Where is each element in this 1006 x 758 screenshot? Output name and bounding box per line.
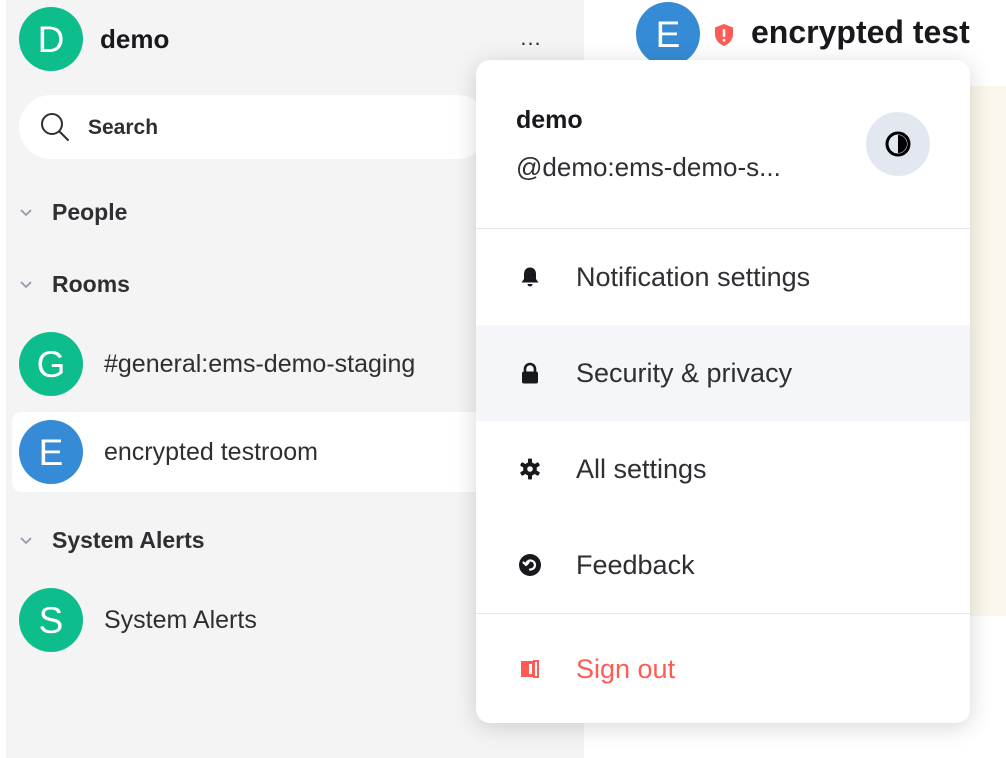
user-avatar-letter: D	[37, 18, 65, 60]
chevron-down-icon	[20, 281, 32, 289]
section-label-system-alerts: System Alerts	[52, 526, 205, 553]
bell-icon	[521, 267, 539, 287]
shield-icon	[715, 24, 733, 46]
room-header-title[interactable]: encrypted test	[751, 14, 970, 51]
gear-icon	[520, 458, 540, 480]
user-options-button[interactable]: ...	[515, 22, 547, 54]
section-label-rooms: Rooms	[52, 270, 130, 297]
room-name: #general:ems-demo-staging	[104, 350, 416, 378]
chevron-down-icon	[20, 537, 32, 545]
room-avatar-letter: G	[36, 343, 66, 385]
room-avatar: S	[19, 588, 83, 652]
section-label-people: People	[52, 198, 128, 225]
sign-out-icon	[521, 660, 539, 678]
menu-user-name: demo	[516, 106, 583, 134]
menu-item-label: Sign out	[576, 654, 676, 684]
menu-item-label: All settings	[576, 454, 707, 484]
search-icon	[41, 113, 69, 141]
room-avatar: G	[19, 332, 83, 396]
chevron-down-icon	[20, 209, 32, 217]
menu-item-security-privacy[interactable]: Security & privacy	[476, 325, 970, 421]
room-item-system-alerts[interactable]: S System Alerts	[12, 580, 482, 660]
room-avatar: E	[19, 420, 83, 484]
user-menu: demo @demo:ems-demo-s... Notification se…	[476, 60, 970, 723]
menu-item-all-settings[interactable]: All settings	[476, 421, 970, 517]
room-avatar-letter: E	[38, 431, 64, 473]
search-input[interactable]: Search	[19, 95, 489, 159]
room-header-avatar-letter: E	[655, 13, 681, 55]
theme-toggle-button[interactable]	[866, 112, 930, 176]
room-name: encrypted testroom	[104, 438, 318, 466]
menu-item-notification-settings[interactable]: Notification settings	[476, 229, 970, 325]
menu-item-label: Security & privacy	[576, 358, 793, 388]
room-item-general[interactable]: G #general:ems-demo-staging	[12, 324, 482, 404]
menu-divider	[476, 613, 970, 614]
search-placeholder: Search	[88, 116, 159, 139]
menu-item-feedback[interactable]: Feedback	[476, 517, 970, 613]
menu-item-label: Notification settings	[576, 262, 811, 292]
menu-item-sign-out[interactable]: Sign out	[476, 621, 970, 717]
section-rooms[interactable]: Rooms	[16, 268, 130, 300]
feedback-icon	[519, 554, 541, 576]
menu-item-label: Feedback	[576, 550, 695, 580]
menu-user-id: @demo:ems-demo-s...	[516, 152, 781, 182]
room-item-encrypted-testroom[interactable]: E encrypted testroom	[12, 412, 482, 492]
room-header-avatar[interactable]: E	[636, 2, 700, 66]
theme-toggle-icon	[885, 131, 911, 157]
room-name: System Alerts	[104, 606, 257, 634]
section-people[interactable]: People	[16, 196, 127, 228]
user-name[interactable]: demo	[100, 24, 169, 55]
section-system-alerts[interactable]: System Alerts	[16, 524, 205, 556]
lock-icon	[522, 362, 538, 384]
user-avatar[interactable]: D	[19, 7, 83, 71]
room-avatar-letter: S	[38, 599, 64, 641]
